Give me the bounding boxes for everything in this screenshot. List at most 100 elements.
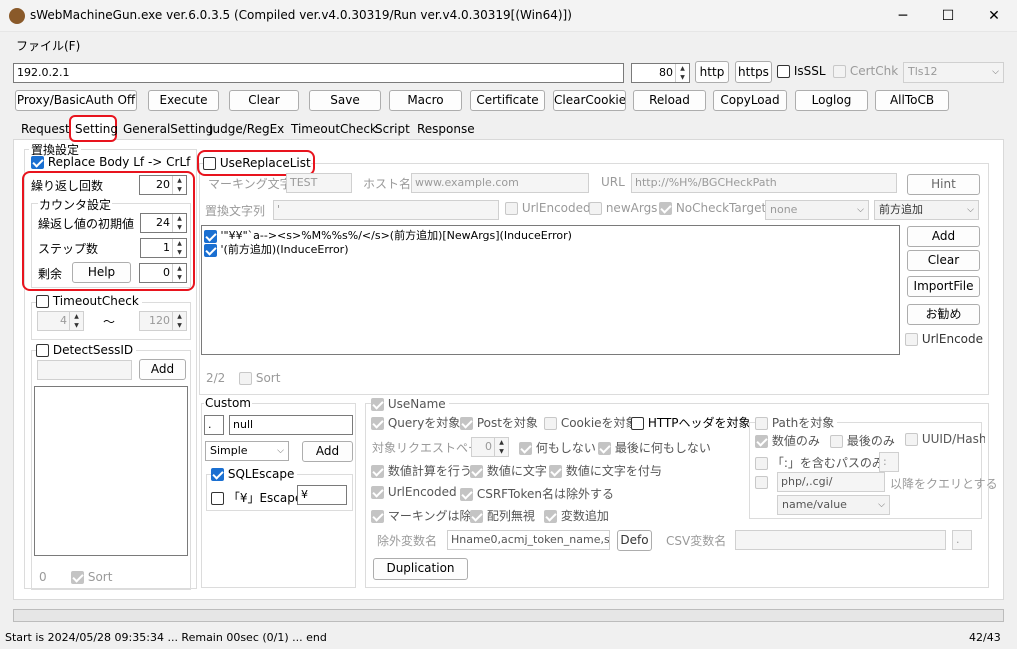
timeout-to-stepper[interactable]: 120 ▲ ▼ [139,311,187,331]
custom-add-button[interactable]: Add [302,441,353,462]
csv-dot-input[interactable]: . [952,530,972,550]
list-item[interactable]: '(前方追加)(InduceError) [204,241,349,259]
use-replace-list-checkbox[interactable]: UseReplaceList [203,156,311,170]
replace-body-checkbox[interactable]: Replace Body Lf -> CrLf [31,155,190,169]
exclude-input[interactable]: Hname0,acmj_token_name,state [447,530,610,550]
sqlescape-checkbox[interactable]: SQLEscape [211,467,298,481]
num-char-add-checkbox[interactable]: 数値に文字を付与 [549,462,662,479]
certificate-button[interactable]: Certificate [470,90,545,111]
urlencode-checkbox[interactable]: UrlEncode [905,332,983,346]
sessid-input[interactable] [37,360,132,380]
colon-path-checkbox[interactable]: 「:」を含むパスのみ [755,454,884,471]
spin-icon[interactable]: ▲ ▼ [172,264,186,282]
repeat-count-stepper[interactable]: 20 ▲ ▼ [139,175,187,195]
post-checkbox[interactable]: Postを対象 [460,414,538,431]
nochecktarget-checkbox[interactable]: NoCheckTarget [659,201,766,215]
url-input[interactable]: http://%H%/BGCHeckPath [631,173,897,193]
import-file-button[interactable]: ImportFile [907,276,980,297]
var-add-checkbox[interactable]: 変数追加 [544,507,609,524]
sessid-add-button[interactable]: Add [139,359,186,380]
replace-string-input[interactable]: ' [273,200,499,220]
http-header-checkbox[interactable]: HTTPヘッダを対象 [631,414,751,431]
initial-value-stepper[interactable]: 24 ▲ ▼ [140,213,187,233]
name-value-select[interactable]: name/value ⌵ [777,495,890,515]
replace-host-input[interactable]: www.example.com [411,173,589,193]
certchk-checkbox[interactable]: CertChk [833,64,898,78]
path-checkbox[interactable]: Pathを対象 [755,414,838,431]
execute-button[interactable]: Execute [148,90,219,111]
side-add-button[interactable]: Add [907,226,980,247]
maximize-button[interactable]: ☐ [925,0,971,32]
uuid-checkbox[interactable]: UUID/Hash [905,432,985,446]
tls-select[interactable]: Tls12 ⌵ [903,62,1004,83]
urlencoded-checkbox[interactable]: UrlEncoded [505,201,591,215]
defo-button[interactable]: Defo [617,530,652,551]
timeout-check-checkbox[interactable]: TimeoutCheck [36,294,142,308]
detect-sess-checkbox[interactable]: DetectSessID [36,343,137,357]
calc-checkbox[interactable]: 数値計算を行う [371,462,472,479]
yen-input[interactable]: ¥ [297,485,347,505]
sessid-list[interactable] [34,386,188,556]
csrf-checkbox[interactable]: CSRFToken名は除外する [460,485,614,502]
query-checkbox[interactable]: Queryを対象 [371,414,460,431]
menu-file[interactable]: ファイル(F) [16,37,80,54]
port-spin-icon[interactable]: ▲ ▼ [675,64,689,82]
custom-value-input[interactable]: null [229,415,353,435]
newargs-checkbox[interactable]: newArgs [589,201,657,215]
reload-button[interactable]: Reload [633,90,706,111]
recommend-button[interactable]: お勧め [907,304,980,325]
marking-except-checkbox[interactable]: マーキングは除く [371,507,483,524]
side-clear-button[interactable]: Clear [907,250,980,271]
clear-button[interactable]: Clear [229,90,299,111]
loglog-button[interactable]: Loglog [795,90,868,111]
tab-request[interactable]: Request [17,120,70,140]
duplication-button[interactable]: Duplication [373,558,468,580]
help-button[interactable]: Help [72,262,131,283]
tab-script[interactable]: Script [371,120,411,140]
last-only-checkbox[interactable]: 最後のみ [830,432,895,449]
custom-mode-select[interactable]: Simple ⌵ [205,441,289,461]
num-char-checkbox[interactable]: 数値に文字 [470,462,547,479]
spin-icon[interactable]: ▲ ▼ [172,176,186,194]
spin-icon[interactable]: ▲ ▼ [172,239,186,257]
minimize-button[interactable]: ─ [880,0,926,32]
timeout-from-stepper[interactable]: 4 ▲ ▼ [37,311,84,331]
last-nothing-checkbox[interactable]: 最後に何もしない [598,439,711,456]
remainder-stepper[interactable]: 0 ▲ ▼ [139,263,187,283]
replace-list[interactable]: '"¥¥"`a--><s>%M%%s%/</s>(前方追加)[NewArgs](… [201,225,900,355]
macro-button[interactable]: Macro [389,90,462,111]
tab-response[interactable]: Response [413,120,475,140]
alltocb-button[interactable]: AllToCB [875,90,949,111]
tab-judge-regex[interactable]: Judge/RegEx [205,120,285,140]
cookie-checkbox[interactable]: Cookieを対象 [544,414,638,431]
spin-icon[interactable]: ▲ ▼ [69,312,83,330]
replace-sort-checkbox[interactable]: Sort [239,371,280,385]
array-ignore-checkbox[interactable]: 配列無視 [470,507,535,524]
spin-icon[interactable]: ▲ ▼ [172,312,186,330]
tab-general-setting[interactable]: GeneralSetting [119,120,213,140]
php-input[interactable]: php/,.cgi/ [777,472,885,492]
clear-cookie-button[interactable]: ClearCookie [553,90,626,111]
port-stepper[interactable]: 80 ▲ ▼ [631,63,690,83]
proxy-button[interactable]: Proxy/BasicAuth Off [15,90,137,111]
sessid-sort-checkbox[interactable]: Sort [71,570,112,584]
spin-icon[interactable]: ▲ ▼ [172,214,186,232]
position-select[interactable]: 前方追加 ⌵ [874,200,979,220]
step-stepper[interactable]: 1 ▲ ▼ [140,238,187,258]
none-select[interactable]: none ⌵ [765,200,869,220]
copyload-button[interactable]: CopyLoad [713,90,787,111]
https-button[interactable]: https [735,61,772,83]
usename-checkbox[interactable]: UseName [371,397,449,411]
close-button[interactable]: ✕ [971,0,1017,32]
urlenc-checkbox[interactable]: UrlEncoded [371,485,457,499]
hint-button[interactable]: Hint [907,174,980,195]
marking-input[interactable]: TEST [286,173,352,193]
http-button[interactable]: http [695,61,729,83]
do-nothing-checkbox[interactable]: 何もしない [519,439,596,456]
custom-dot-input[interactable]: . [204,415,224,435]
req-page-stepper[interactable]: 0 ▲ ▼ [471,437,509,457]
tab-timeout-check[interactable]: TimeoutCheck [287,120,377,140]
save-button[interactable]: Save [309,90,381,111]
php-checkbox[interactable] [755,475,768,489]
tab-setting[interactable]: Setting [69,115,118,142]
